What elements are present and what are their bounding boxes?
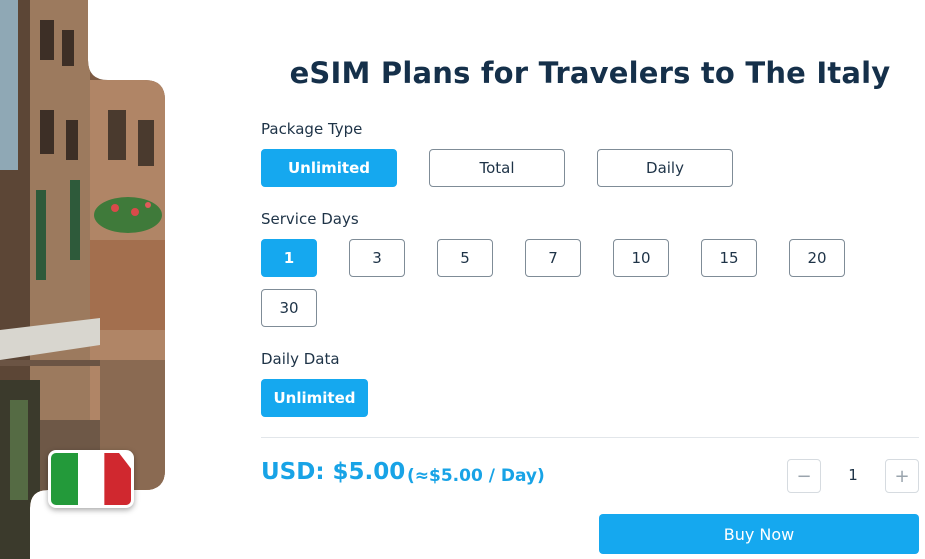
service-days-3-button[interactable]: 3 <box>349 239 405 277</box>
daily-data-label: Daily Data <box>261 350 340 368</box>
buy-now-button[interactable]: Buy Now <box>599 514 919 554</box>
italy-flag-icon <box>48 450 134 508</box>
service-days-7-button[interactable]: 7 <box>525 239 581 277</box>
quantity-decrease-button[interactable]: − <box>787 459 821 493</box>
price-total: USD: $5.00 <box>261 459 406 485</box>
price-per-day: (≈$5.00 / Day) <box>407 466 545 486</box>
service-days-30-button[interactable]: 30 <box>261 289 317 327</box>
daily-data-unlimited-button[interactable]: Unlimited <box>261 379 368 417</box>
service-days-1-button[interactable]: 1 <box>261 239 317 277</box>
service-days-15-button[interactable]: 15 <box>701 239 757 277</box>
package-type-total-button[interactable]: Total <box>429 149 565 187</box>
divider <box>261 437 919 438</box>
quantity-value[interactable]: 1 <box>838 466 868 484</box>
service-days-10-button[interactable]: 10 <box>613 239 669 277</box>
service-days-20-button[interactable]: 20 <box>789 239 845 277</box>
package-type-daily-button[interactable]: Daily <box>597 149 733 187</box>
service-days-5-button[interactable]: 5 <box>437 239 493 277</box>
hero-image <box>0 0 165 559</box>
package-type-label: Package Type <box>261 120 363 138</box>
quantity-increase-button[interactable]: + <box>885 459 919 493</box>
package-type-unlimited-button[interactable]: Unlimited <box>261 149 397 187</box>
service-days-label: Service Days <box>261 210 359 228</box>
minus-icon: − <box>796 465 812 487</box>
page-title: eSIM Plans for Travelers to The Italy <box>289 56 891 90</box>
plus-icon: + <box>894 465 910 487</box>
